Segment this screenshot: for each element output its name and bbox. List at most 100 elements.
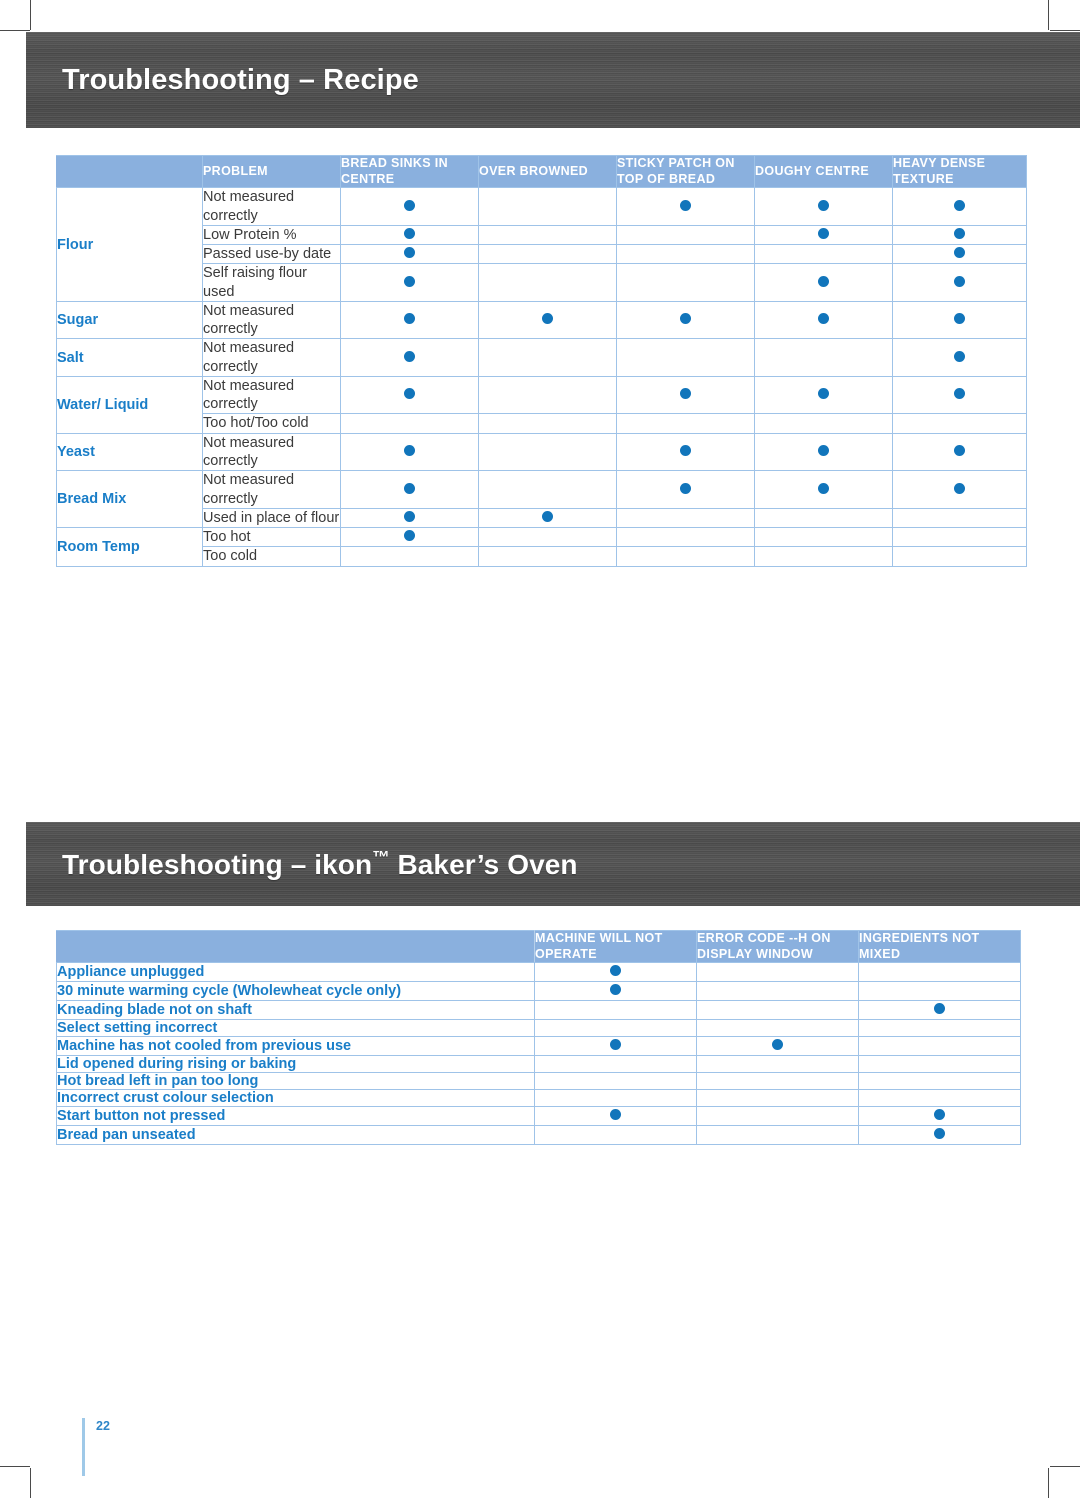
- table-row: Room Temp Too hot: [56, 527, 1027, 567]
- oven-cause-label: Select setting incorrect: [56, 1019, 535, 1038]
- mark-dot-icon: [772, 1039, 783, 1051]
- cell-heavy_dense_texture: [892, 224, 1027, 246]
- problem-description: Not measured correctly: [202, 432, 341, 472]
- mark-dot-icon: [404, 313, 415, 325]
- crop-mark-bottom-left-vertical: [30, 1468, 31, 1498]
- cell-ingredients_not_mixed: [858, 1055, 1021, 1074]
- cell-over_browned: [478, 244, 617, 265]
- table-row: Low Protein %: [57, 224, 1027, 246]
- ingredient-category-label: Bread Mix: [56, 470, 203, 529]
- cell-bread_sinks_in_centre: [340, 224, 479, 246]
- crop-mark-top-left-vertical: [30, 0, 31, 30]
- cell-sticky_patch_on_top_of_bread: [616, 507, 755, 529]
- mark-dot-icon: [404, 247, 415, 259]
- table-row: Appliance unplugged: [56, 962, 1021, 983]
- mark-dot-icon: [610, 965, 621, 977]
- table-row: 30 minute warming cycle (Wholewheat cycl…: [56, 981, 1021, 1002]
- mark-dot-icon: [954, 227, 965, 239]
- oven-section-title: Troubleshooting – ikon™ Baker’s Oven: [62, 847, 578, 881]
- table-row: Passed use-by date: [57, 244, 1027, 265]
- problem-description: Not measured correctly: [202, 375, 341, 415]
- mark-dot-icon: [404, 510, 415, 522]
- cell-ingredients_not_mixed: [858, 962, 1021, 983]
- cell-bread_sinks_in_centre: [340, 244, 479, 265]
- mark-dot-icon: [818, 444, 829, 456]
- cell-over_browned: [478, 224, 617, 246]
- mark-dot-icon: [818, 482, 829, 494]
- cell-bread_sinks_in_centre: [340, 507, 479, 529]
- table-row: Machine has not cooled from previous use: [56, 1036, 1021, 1057]
- cell-over_browned: [478, 413, 617, 434]
- oven-header-machine-will-not-operate: MACHINE WILL NOT OPERATE: [534, 929, 697, 964]
- mark-dot-icon: [954, 388, 965, 400]
- table-row: Hot bread left in pan too long: [56, 1072, 1021, 1091]
- page-footer: 22: [82, 1418, 110, 1476]
- cell-doughy_centre: [754, 470, 893, 509]
- cell-over_browned: [478, 338, 617, 377]
- crop-mark-top-left-horizontal: [0, 30, 30, 31]
- cell-ingredients_not_mixed: [858, 1000, 1021, 1021]
- cell-machine_will_not_operate: [534, 1125, 697, 1146]
- recipe-troubleshooting-table-wrapper: PROBLEM BREAD SINKS IN CENTRE OVER BROWN…: [56, 154, 1027, 567]
- cell-doughy_centre: [754, 375, 893, 415]
- mark-dot-icon: [680, 313, 691, 325]
- table-row: Bread Mix Not measured correctly: [56, 470, 1027, 529]
- mark-dot-icon: [818, 275, 829, 287]
- oven-cause-label: Kneading blade not on shaft: [56, 1000, 535, 1021]
- mark-dot-icon: [954, 350, 965, 362]
- table-row: Self raising flour used: [57, 263, 1027, 302]
- cell-ingredients_not_mixed: [858, 1106, 1021, 1127]
- cell-bread_sinks_in_centre: [340, 375, 479, 415]
- cell-ingredients_not_mixed: [858, 1036, 1021, 1057]
- recipe-header-over-browned: OVER BROWNED: [478, 154, 617, 189]
- cell-sticky_patch_on_top_of_bread: [616, 300, 755, 340]
- oven-cause-label: Lid opened during rising or baking: [56, 1055, 535, 1074]
- cell-doughy_centre: [754, 338, 893, 377]
- cell-heavy_dense_texture: [892, 375, 1027, 415]
- cell-doughy_centre: [754, 413, 893, 434]
- mark-dot-icon: [818, 199, 829, 211]
- cell-bread_sinks_in_centre: [340, 527, 479, 548]
- recipe-header-problem: PROBLEM: [202, 154, 341, 189]
- crop-mark-top-right-horizontal: [1050, 30, 1080, 31]
- problem-description: Low Protein %: [202, 224, 341, 246]
- crop-mark-bottom-left-horizontal: [0, 1466, 30, 1467]
- oven-cause-label: 30 minute warming cycle (Wholewheat cycl…: [56, 981, 535, 1002]
- cell-over_browned: [478, 187, 617, 226]
- mark-dot-icon: [404, 388, 415, 400]
- cell-error_code_h_on_display_window: [696, 981, 859, 1002]
- cell-sticky_patch_on_top_of_bread: [616, 187, 755, 226]
- cell-error_code_h_on_display_window: [696, 1125, 859, 1146]
- cell-error_code_h_on_display_window: [696, 1072, 859, 1091]
- oven-troubleshooting-table: MACHINE WILL NOT OPERATE ERROR CODE --H …: [56, 929, 1021, 1146]
- mark-dot-icon: [610, 1039, 621, 1051]
- cell-heavy_dense_texture: [892, 432, 1027, 472]
- crop-mark-bottom-right-horizontal: [1050, 1466, 1080, 1467]
- table-row: Incorrect crust colour selection: [56, 1089, 1021, 1108]
- ingredient-category-label: Room Temp: [56, 527, 203, 567]
- table-row: Too cold: [57, 546, 1027, 567]
- cell-heavy_dense_texture: [892, 338, 1027, 377]
- cell-over_browned: [478, 507, 617, 529]
- cell-machine_will_not_operate: [534, 981, 697, 1002]
- cell-bread_sinks_in_centre: [340, 432, 479, 472]
- mark-dot-icon: [818, 227, 829, 239]
- cell-over_browned: [478, 527, 617, 548]
- mark-dot-icon: [954, 482, 965, 494]
- mark-dot-icon: [954, 313, 965, 325]
- cell-over_browned: [478, 300, 617, 340]
- cell-bread_sinks_in_centre: [340, 413, 479, 434]
- cell-error_code_h_on_display_window: [696, 1019, 859, 1038]
- oven-title-before: Troubleshooting – ikon: [62, 848, 373, 880]
- cell-machine_will_not_operate: [534, 1072, 697, 1091]
- mark-dot-icon: [542, 313, 553, 325]
- cell-heavy_dense_texture: [892, 413, 1027, 434]
- cell-error_code_h_on_display_window: [696, 1036, 859, 1057]
- cell-machine_will_not_operate: [534, 1036, 697, 1057]
- cell-sticky_patch_on_top_of_bread: [616, 224, 755, 246]
- cell-machine_will_not_operate: [534, 1055, 697, 1074]
- cell-machine_will_not_operate: [534, 1019, 697, 1038]
- cell-ingredients_not_mixed: [858, 1125, 1021, 1146]
- cell-error_code_h_on_display_window: [696, 1106, 859, 1127]
- problem-description: Not measured correctly: [202, 300, 341, 340]
